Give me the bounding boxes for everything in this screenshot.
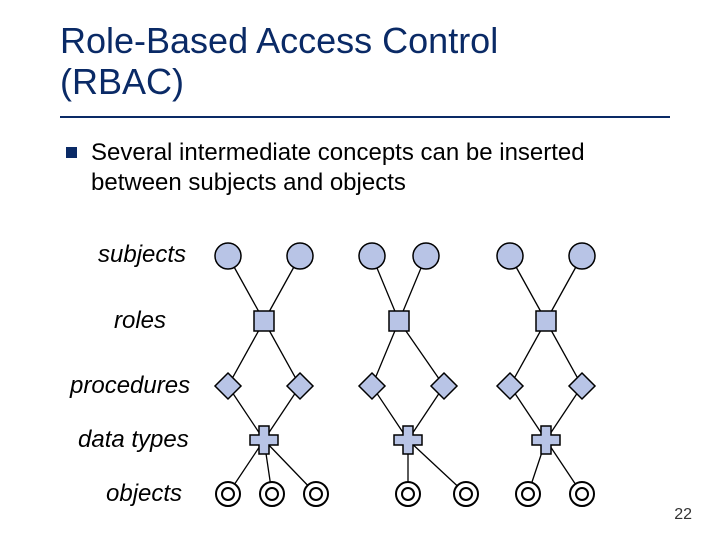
page-number: 22 — [674, 506, 692, 524]
rbac-diagram — [0, 0, 720, 540]
